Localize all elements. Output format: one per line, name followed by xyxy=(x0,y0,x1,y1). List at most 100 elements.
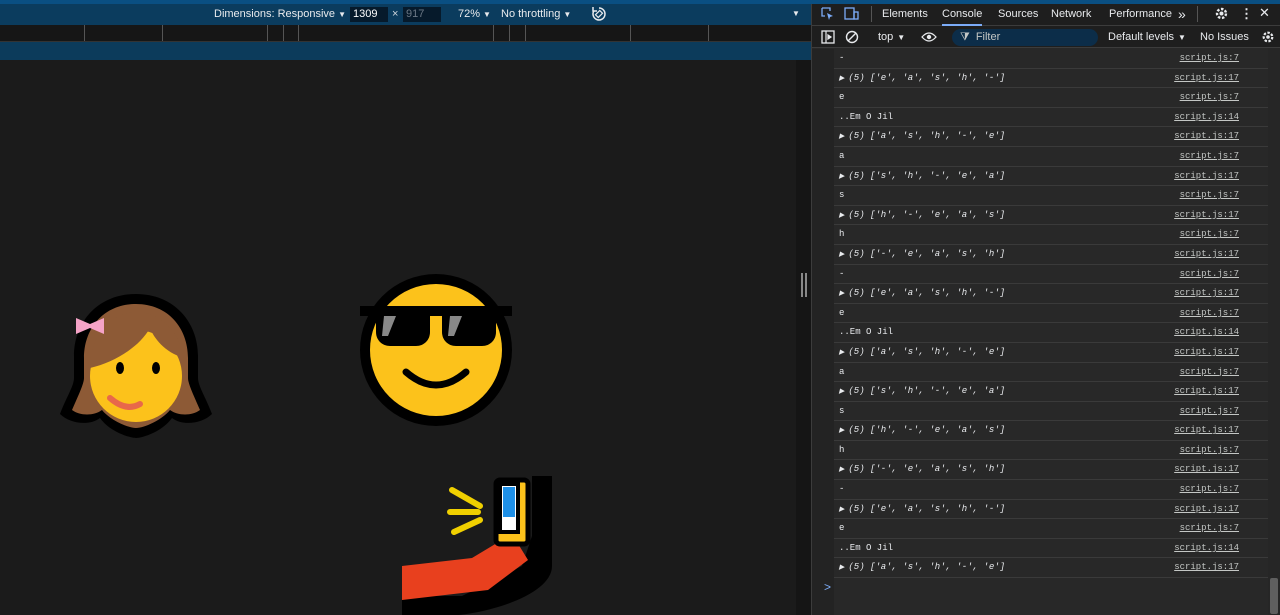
console-message-text: s xyxy=(839,405,845,416)
expand-triangle-icon[interactable]: ▶ xyxy=(839,388,844,396)
expand-triangle-icon[interactable]: ▶ xyxy=(839,251,844,259)
console-row[interactable]: ▶ (5) ['a', 's', 'h', '-', 'e'] script.js:… xyxy=(834,127,1269,147)
expand-triangle-icon[interactable]: ▶ xyxy=(839,290,844,298)
console-message-text: h xyxy=(839,444,845,455)
source-link[interactable]: script.js:17 xyxy=(1174,206,1239,225)
throttling-select[interactable]: No throttling ▼ xyxy=(501,8,571,20)
console-message-text: e xyxy=(839,523,845,534)
times-sign: × xyxy=(392,8,399,20)
expand-triangle-icon[interactable]: ▶ xyxy=(839,564,844,572)
expand-triangle-icon[interactable]: ▶ xyxy=(839,466,844,474)
console-row[interactable]: ▶ (5) ['h', '-', 'e', 'a', 's'] script.js:… xyxy=(834,421,1269,441)
console-row[interactable]: ▶ (5) ['h', '-', 'e', 'a', 's'] script.js:… xyxy=(834,206,1269,226)
source-link[interactable]: script.js:7 xyxy=(1180,265,1239,284)
media-query-bar[interactable] xyxy=(0,25,811,42)
expand-triangle-icon[interactable]: ▶ xyxy=(839,349,844,357)
rotate-icon[interactable] xyxy=(590,5,608,26)
source-link[interactable]: script.js:17 xyxy=(1174,558,1239,577)
console-array-message: ▶ (5) ['h', '-', 'e', 'a', 's'] xyxy=(839,206,1005,226)
source-link[interactable]: script.js:7 xyxy=(1180,304,1239,323)
source-link[interactable]: script.js:7 xyxy=(1180,402,1239,421)
context-select[interactable]: top ▼ xyxy=(878,31,905,43)
console-row[interactable]: ▶ (5) ['-', 'e', 'a', 's', 'h'] script.js:… xyxy=(834,460,1269,481)
source-link[interactable]: script.js:7 xyxy=(1180,147,1239,166)
source-link[interactable]: script.js:17 xyxy=(1174,343,1239,362)
width-input[interactable]: 1309 xyxy=(350,7,388,22)
expand-triangle-icon[interactable]: ▶ xyxy=(839,506,844,514)
console-message-text: e xyxy=(839,307,845,318)
source-link[interactable]: script.js:14 xyxy=(1174,539,1239,558)
console-prompt[interactable]: > xyxy=(824,580,831,594)
console-row[interactable]: ▶ (5) ['-', 'e', 'a', 's', 'h'] script.js:… xyxy=(834,245,1269,265)
console-row[interactable]: ▶ (5) ['s', 'h', '-', 'e', 'a'] script.js:… xyxy=(834,167,1269,187)
source-link[interactable]: script.js:7 xyxy=(1180,519,1239,538)
console-message: s xyxy=(839,186,844,205)
source-link[interactable]: script.js:7 xyxy=(1180,363,1239,382)
source-link[interactable]: script.js:17 xyxy=(1174,167,1239,186)
source-link[interactable]: script.js:7 xyxy=(1180,480,1239,499)
sidebar-icon[interactable] xyxy=(821,30,835,47)
expand-triangle-icon[interactable]: ▶ xyxy=(839,75,844,83)
dimensions-select[interactable]: Dimensions: Responsive ▼ xyxy=(214,8,346,20)
expand-triangle-icon[interactable]: ▶ xyxy=(839,212,844,220)
source-link[interactable]: script.js:14 xyxy=(1174,323,1239,342)
console-row: s script.js:7 xyxy=(834,186,1269,206)
console-array-message: ▶ (5) ['s', 'h', '-', 'e', 'a'] xyxy=(839,382,1005,402)
source-link[interactable]: script.js:7 xyxy=(1180,88,1239,107)
source-link[interactable]: script.js:7 xyxy=(1180,186,1239,205)
tab-performance[interactable]: Performance xyxy=(1109,8,1172,20)
clear-icon[interactable] xyxy=(845,30,859,47)
source-link[interactable]: script.js:14 xyxy=(1174,108,1239,127)
source-link[interactable]: script.js:17 xyxy=(1174,382,1239,401)
console-row[interactable]: ▶ (5) ['s', 'h', '-', 'e', 'a'] script.js:… xyxy=(834,382,1269,402)
device-options-icon[interactable]: ▼ xyxy=(792,9,800,18)
console-settings-icon[interactable] xyxy=(1261,30,1275,47)
console-message: e xyxy=(839,304,844,323)
source-link[interactable]: script.js:17 xyxy=(1174,460,1239,479)
source-link[interactable]: script.js:7 xyxy=(1180,441,1239,460)
console-row[interactable]: ▶ (5) ['e', 'a', 's', 'h', '-'] script.js:… xyxy=(834,284,1269,304)
source-link[interactable]: script.js:17 xyxy=(1174,127,1239,146)
inspect-icon[interactable] xyxy=(820,6,835,24)
source-link[interactable]: script.js:17 xyxy=(1174,245,1239,264)
gear-icon[interactable] xyxy=(1214,6,1229,24)
selfie-emoji-icon xyxy=(402,476,552,615)
tab-console[interactable]: Console xyxy=(942,8,983,26)
eye-icon[interactable] xyxy=(921,30,937,47)
expand-triangle-icon[interactable]: ▶ xyxy=(839,173,844,181)
tab-network[interactable]: Network xyxy=(1051,8,1091,20)
tab-sources[interactable]: Sources xyxy=(998,8,1038,20)
source-link[interactable]: script.js:17 xyxy=(1174,69,1239,88)
console-row[interactable]: ▶ (5) ['e', 'a', 's', 'h', '-'] script.js:… xyxy=(834,69,1269,89)
issues-button[interactable]: No Issues xyxy=(1200,31,1249,43)
log-levels-select[interactable]: Default levels ▼ xyxy=(1108,31,1186,43)
filter-input[interactable]: ⧩ Filter xyxy=(952,29,1098,46)
source-link[interactable]: script.js:17 xyxy=(1174,284,1239,303)
source-link[interactable]: script.js:17 xyxy=(1174,500,1239,519)
console-message-text: a xyxy=(839,366,845,377)
tab-elements[interactable]: Elements xyxy=(882,8,928,20)
expand-triangle-icon[interactable]: ▶ xyxy=(839,133,844,141)
device-toggle-icon[interactable] xyxy=(844,6,860,24)
scrollbar-thumb[interactable] xyxy=(1270,578,1278,614)
page-viewport xyxy=(0,60,796,615)
close-devtools-icon[interactable]: ✕ xyxy=(1259,5,1270,21)
source-link[interactable]: script.js:17 xyxy=(1174,421,1239,440)
console-row[interactable]: ▶ (5) ['a', 's', 'h', '-', 'e'] script.js:… xyxy=(834,343,1269,363)
console-message-text: (5) ['-', 'e', 'a', 's', 'h'] xyxy=(848,464,1006,475)
more-tabs-icon[interactable]: » xyxy=(1178,6,1186,22)
console-message: h xyxy=(839,441,844,460)
console-row[interactable]: ▶ (5) ['e', 'a', 's', 'h', '-'] script.js:… xyxy=(834,500,1269,520)
source-link[interactable]: script.js:7 xyxy=(1180,225,1239,244)
console-row: - script.js:7 xyxy=(834,49,1269,69)
console-message: ..Em O Jil xyxy=(839,539,893,558)
console-message-text: (5) ['a', 's', 'h', '-', 'e'] xyxy=(848,131,1006,142)
source-link[interactable]: script.js:7 xyxy=(1180,49,1239,68)
console-scrollbar[interactable] xyxy=(1268,48,1280,615)
console-row[interactable]: ▶ (5) ['a', 's', 'h', '-', 'e'] script.js:… xyxy=(834,558,1269,579)
height-input[interactable]: 917 xyxy=(403,7,441,22)
expand-triangle-icon[interactable]: ▶ xyxy=(839,427,844,435)
kebab-icon[interactable]: ⋮ xyxy=(1240,6,1253,22)
resize-handle[interactable] xyxy=(801,273,807,297)
zoom-select[interactable]: 72% ▼ xyxy=(458,8,491,20)
